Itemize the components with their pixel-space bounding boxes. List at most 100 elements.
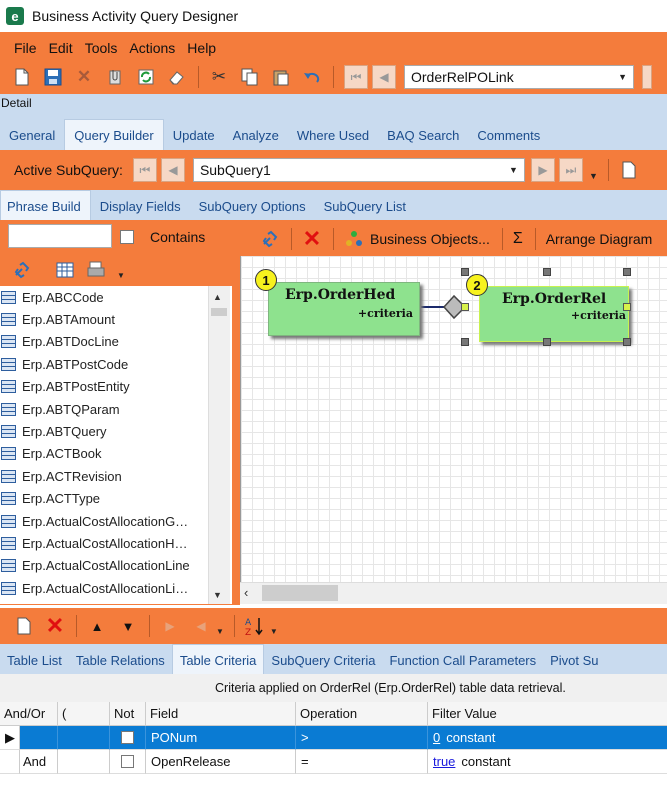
list-item[interactable]: Erp.ActualCostAllocationLine: [0, 555, 232, 577]
list-item[interactable]: Erp.ActualCostAllocationH…: [0, 532, 232, 554]
table-node-orderrel[interactable]: Erp.OrderRel +criteria: [479, 286, 629, 342]
column-header-and-or[interactable]: And/Or: [0, 702, 58, 726]
tab-subquery-list[interactable]: SubQuery List: [315, 199, 415, 220]
tab-display-fields[interactable]: Display Fields: [91, 199, 190, 220]
not-checkbox[interactable]: [121, 755, 134, 768]
resize-handle[interactable]: [461, 268, 469, 276]
refresh-icon[interactable]: [136, 67, 156, 87]
query-diagram-canvas[interactable]: Erp.OrderHed +criteria 1 Erp.OrderRel +c…: [240, 256, 667, 582]
scroll-down-icon[interactable]: ▼: [213, 590, 222, 600]
resize-handle[interactable]: [543, 338, 551, 346]
menu-actions[interactable]: Actions: [129, 40, 175, 56]
resize-handle[interactable]: [461, 338, 469, 346]
cell-not[interactable]: [110, 750, 146, 774]
column-header-paren[interactable]: (: [58, 702, 110, 726]
subquery-combo[interactable]: SubQuery1 ▼: [192, 158, 525, 182]
list-item[interactable]: Erp.ACTType: [0, 488, 232, 510]
resize-handle[interactable]: [623, 268, 631, 276]
link-icon[interactable]: [12, 260, 32, 280]
tab-baq-search[interactable]: BAQ Search: [378, 128, 468, 150]
resize-handle[interactable]: [543, 268, 551, 276]
move-up-icon[interactable]: ▲: [87, 616, 107, 636]
contains-checkbox[interactable]: [120, 230, 134, 244]
list-item[interactable]: Erp.ABTPostCode: [0, 353, 232, 375]
list-item[interactable]: Erp.ACTRevision: [0, 465, 232, 487]
sigma-icon[interactable]: Σ: [513, 230, 523, 248]
row-selector-icon[interactable]: ▶: [0, 726, 20, 750]
query-id-combo[interactable]: OrderRelPOLink ▼: [404, 65, 634, 89]
grid-view-icon[interactable]: [55, 260, 75, 280]
indent-right-icon[interactable]: ▶: [160, 616, 180, 636]
cut-icon[interactable]: ✂: [209, 67, 229, 87]
copy-icon[interactable]: [240, 67, 260, 87]
business-objects-icon[interactable]: [344, 229, 364, 249]
cell-and-or[interactable]: And: [20, 750, 58, 774]
list-item[interactable]: Erp.ABTQuery: [0, 420, 232, 442]
menu-edit[interactable]: Edit: [49, 40, 73, 56]
remove-icon[interactable]: ✕: [302, 226, 322, 251]
chevron-down-icon[interactable]: ▼: [216, 627, 224, 636]
resize-handle[interactable]: [461, 303, 469, 311]
previous-record-button[interactable]: ◀: [372, 65, 396, 89]
menu-tools[interactable]: Tools: [85, 40, 118, 56]
chevron-down-icon[interactable]: ▼: [117, 271, 125, 280]
tab-phrase-build[interactable]: Phrase Build: [0, 190, 91, 220]
list-item[interactable]: Erp.ABTAmount: [0, 308, 232, 330]
tab-table-criteria[interactable]: Table Criteria: [171, 644, 265, 674]
new-criteria-icon[interactable]: [14, 616, 34, 636]
tab-table-list[interactable]: Table List: [0, 653, 69, 674]
delete-icon[interactable]: ✕: [74, 67, 94, 87]
tab-query-builder[interactable]: Query Builder: [64, 119, 164, 150]
table-list-scrollbar[interactable]: ▲ ▼: [208, 286, 230, 604]
tab-analyze[interactable]: Analyze: [224, 128, 288, 150]
previous-subquery-button[interactable]: ◀: [160, 158, 185, 182]
tab-subquery-criteria[interactable]: SubQuery Criteria: [264, 653, 382, 674]
overflow-chevron-icon[interactable]: ▼: [589, 171, 598, 181]
list-item[interactable]: Erp.ABTPostEntity: [0, 376, 232, 398]
list-item[interactable]: Erp.ABTDocLine: [0, 331, 232, 353]
list-item[interactable]: Erp.ABCCode: [0, 286, 232, 308]
tab-general[interactable]: General: [0, 128, 64, 150]
print-icon[interactable]: [86, 260, 106, 280]
first-subquery-button[interactable]: ⏮: [132, 158, 157, 182]
cell-filter-value[interactable]: true constant: [428, 750, 667, 774]
cell-operation[interactable]: =: [296, 750, 428, 774]
link-icon[interactable]: [260, 229, 280, 249]
business-objects-button[interactable]: Business Objects...: [370, 231, 490, 247]
delete-criteria-icon[interactable]: ✕: [45, 613, 65, 638]
not-checkbox[interactable]: [121, 731, 134, 744]
move-down-icon[interactable]: ▼: [118, 616, 138, 636]
save-icon[interactable]: [43, 67, 63, 87]
cell-paren[interactable]: [58, 726, 110, 750]
table-search-input[interactable]: [8, 224, 112, 248]
cell-not[interactable]: [110, 726, 146, 750]
cell-and-or[interactable]: [20, 726, 58, 750]
cell-filter-value[interactable]: 0 constant: [428, 726, 667, 750]
scroll-up-icon[interactable]: ▲: [213, 292, 222, 302]
last-subquery-button[interactable]: ⏭: [558, 158, 583, 182]
panel-splitter[interactable]: [232, 220, 240, 605]
scroll-thumb[interactable]: [211, 308, 227, 316]
filter-value-link[interactable]: true: [433, 754, 455, 769]
paste-icon[interactable]: [271, 67, 291, 87]
resize-handle[interactable]: [623, 303, 631, 311]
column-header-field[interactable]: Field: [146, 702, 296, 726]
indent-left-icon[interactable]: ◀: [191, 616, 211, 636]
chevron-down-icon[interactable]: ▼: [270, 627, 278, 636]
tab-comments[interactable]: Comments: [468, 128, 549, 150]
menu-help[interactable]: Help: [187, 40, 216, 56]
cell-operation[interactable]: >: [296, 726, 428, 750]
tab-where-used[interactable]: Where Used: [288, 128, 378, 150]
next-subquery-button[interactable]: ▶: [530, 158, 555, 182]
column-header-operation[interactable]: Operation: [296, 702, 428, 726]
cell-field[interactable]: PONum: [146, 726, 296, 750]
scroll-thumb[interactable]: [262, 585, 338, 601]
attachment-icon[interactable]: [105, 67, 125, 87]
filter-value-link[interactable]: 0: [433, 730, 440, 745]
eraser-icon[interactable]: [167, 67, 187, 87]
scroll-left-icon[interactable]: ‹: [244, 585, 248, 600]
menu-file[interactable]: File: [14, 40, 37, 56]
cell-field[interactable]: OpenRelease: [146, 750, 296, 774]
next-record-button[interactable]: [642, 65, 652, 89]
list-item[interactable]: Erp.ActualCostAllocationG…: [0, 510, 232, 532]
